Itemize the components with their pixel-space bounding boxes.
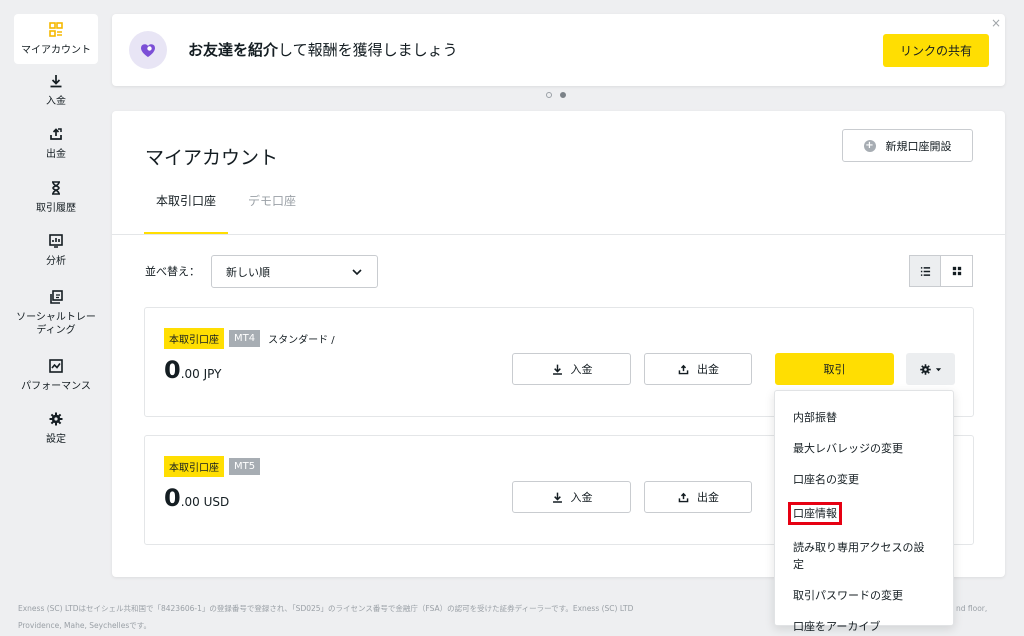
menu-item-change-password[interactable]: 取引パスワードの変更 (775, 583, 953, 608)
carousel-dot-active[interactable] (560, 92, 566, 98)
gear-icon (920, 363, 931, 375)
withdraw-label: 出金 (697, 363, 719, 376)
sort-select-value: 新しい順 (226, 265, 270, 279)
sidebar-item-analytics[interactable]: 分析 (14, 224, 98, 276)
open-new-account-button[interactable]: + 新規口座開設 (842, 129, 973, 162)
sidebar-item-performance[interactable]: パフォーマンス (14, 348, 98, 402)
sidebar-item-withdraw[interactable]: 出金 (14, 116, 98, 170)
page-title: マイアカウント (145, 147, 279, 169)
tab-demo-accounts[interactable]: デモ口座 (236, 181, 308, 235)
upload-icon (47, 125, 65, 143)
account-tabs: 本取引口座 デモ口座 (144, 181, 308, 235)
trade-button[interactable]: 取引 (775, 353, 894, 385)
account-name: スタンダード / (268, 335, 335, 346)
grid-view-icon (952, 266, 961, 276)
highlight-box: 口座情報 (788, 502, 842, 525)
sidebar-item-social-trading[interactable]: ソーシャルトレーディング (14, 276, 98, 348)
banner-message: お友達を紹介して報酬を獲得しましょう (188, 40, 458, 60)
sidebar: マイアカウント 入金 出金 取引履歴 分析 ソーシャルトレーディング パフォーマ… (14, 14, 98, 454)
close-icon[interactable]: × (991, 16, 1001, 30)
account-balance: 0.00 JPY (164, 356, 221, 384)
deposit-label: 入金 (570, 363, 593, 376)
plus-circle-icon: + (863, 139, 876, 152)
withdraw-label: 出金 (697, 491, 719, 504)
list-view-button[interactable] (909, 255, 941, 287)
referral-banner: お友達を紹介して報酬を獲得しましょう リンクの共有 × (112, 14, 1005, 86)
platform-badge: MT5 (229, 458, 261, 475)
grid-view-button[interactable] (941, 255, 973, 287)
download-icon (552, 364, 562, 375)
account-settings-button[interactable] (906, 353, 955, 385)
tab-real-accounts[interactable]: 本取引口座 (144, 181, 229, 235)
menu-item-change-leverage[interactable]: 最大レバレッジの変更 (775, 436, 953, 461)
banner-message-rest: して報酬を獲得しましょう (278, 41, 458, 59)
grid-icon (47, 21, 65, 39)
sidebar-item-settings[interactable]: 設定 (14, 402, 98, 454)
footer-line-2: Providence, Mahe, Seychellesです。 (18, 621, 152, 630)
upload-icon (678, 364, 689, 374)
footer-line-1-right: nd floor, (956, 604, 988, 613)
balance-integer: 0 (164, 356, 181, 384)
chevron-down-icon (352, 268, 362, 275)
sidebar-item-label: 取引履歴 (36, 203, 76, 214)
account-type-badge: 本取引口座 (164, 328, 224, 349)
footer-disclaimer: Exness (SC) LTDはセイシェル共和国で「8423606-1」の登録番… (18, 600, 778, 634)
account-type-badge: 本取引口座 (164, 456, 224, 477)
sidebar-item-my-account[interactable]: マイアカウント (14, 14, 98, 64)
sidebar-item-deposit[interactable]: 入金 (14, 64, 98, 116)
account-settings-menu: 内部振替 最大レバレッジの変更 口座名の変更 口座情報 読み取り専用アクセスの設… (774, 390, 954, 633)
balance-decimal: .00 USD (180, 495, 230, 509)
share-link-button[interactable]: リンクの共有 (883, 34, 989, 67)
sidebar-item-label: 入金 (46, 96, 66, 107)
account-badges: 本取引口座 MT4 スタンダード / (164, 328, 335, 349)
download-icon (47, 72, 65, 90)
caret-down-icon (935, 367, 942, 371)
gear-icon (47, 410, 65, 428)
tabs-divider (112, 234, 1005, 235)
sort-label: 並べ替え： (145, 265, 200, 278)
view-toggle (909, 255, 973, 287)
menu-item-rename-account[interactable]: 口座名の変更 (775, 467, 953, 492)
withdraw-button[interactable]: 出金 (644, 353, 752, 385)
heart-badge-icon (129, 31, 167, 69)
chart-icon (47, 232, 65, 250)
menu-item-read-only-access[interactable]: 読み取り専用アクセスの設定 (775, 535, 953, 577)
menu-item-account-info[interactable]: 口座情報 (775, 498, 953, 529)
sidebar-item-label: 出金 (46, 149, 66, 160)
menu-item-internal-transfer[interactable]: 内部振替 (775, 405, 953, 430)
download-icon (552, 492, 562, 503)
withdraw-button[interactable]: 出金 (644, 481, 752, 513)
balance-integer: 0 (164, 484, 181, 512)
upload-icon (678, 492, 689, 502)
sidebar-item-label: 設定 (46, 434, 66, 445)
sidebar-item-label: パフォーマンス (21, 381, 91, 392)
platform-badge: MT4 (229, 330, 261, 347)
sidebar-item-label: マイアカウント (21, 45, 91, 56)
carousel-dot[interactable] (546, 92, 552, 98)
hourglass-icon (47, 179, 65, 197)
deposit-button[interactable]: 入金 (512, 481, 631, 513)
carousel-dots (546, 92, 566, 98)
deposit-button[interactable]: 入金 (512, 353, 631, 385)
deposit-label: 入金 (570, 491, 593, 504)
menu-item-archive-account[interactable]: 口座をアーカイブ (775, 614, 953, 636)
list-icon (920, 266, 930, 276)
account-balance: 0.00 USD (164, 484, 229, 512)
balance-decimal: .00 JPY (180, 367, 222, 381)
banner-message-bold: お友達を紹介 (188, 41, 279, 59)
copy-icon (47, 288, 65, 306)
account-badges: 本取引口座 MT5 (164, 456, 261, 477)
footer-line-1: Exness (SC) LTDはセイシェル共和国で「8423606-1」の登録番… (18, 604, 634, 613)
performance-icon (47, 357, 65, 375)
sidebar-item-history[interactable]: 取引履歴 (14, 170, 98, 224)
sort-select[interactable]: 新しい順 (211, 255, 378, 288)
sidebar-item-label: ソーシャルトレーディング (16, 311, 96, 336)
open-new-account-label: 新規口座開設 (885, 139, 952, 153)
sidebar-item-label: 分析 (46, 256, 66, 267)
